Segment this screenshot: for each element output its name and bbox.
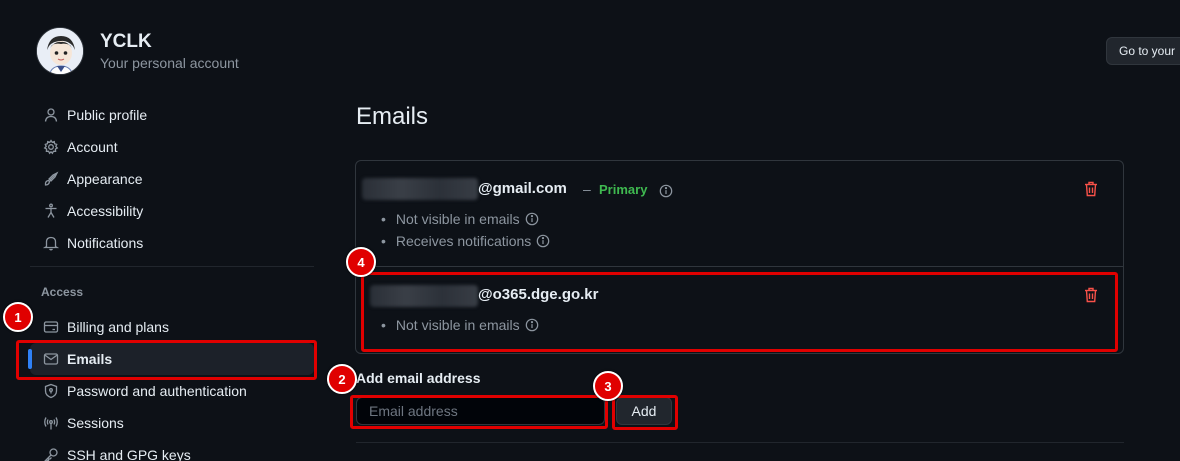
account-username: YCLK xyxy=(100,31,152,52)
credit-card-icon xyxy=(43,319,59,335)
sidebar-divider xyxy=(30,266,314,267)
email-1-notifications: Receives notifications xyxy=(381,233,550,249)
sidebar-item-notifications[interactable]: Notifications xyxy=(30,227,314,259)
sidebar-item-account[interactable]: Account xyxy=(30,131,314,163)
sidebar-item-label: Accessibility xyxy=(67,203,144,219)
sidebar-item-billing[interactable]: Billing and plans xyxy=(30,311,314,343)
section-divider xyxy=(356,442,1124,443)
annotation-highlight-email-input xyxy=(350,395,608,429)
avatar[interactable] xyxy=(36,27,84,75)
broadcast-icon xyxy=(43,415,59,431)
primary-label: Primary xyxy=(599,182,648,197)
email-list-divider xyxy=(356,266,1123,267)
info-icon[interactable] xyxy=(659,184,673,198)
email-1-visibility: Not visible in emails xyxy=(381,211,539,227)
sidebar-item-label: Notifications xyxy=(67,235,144,251)
key-icon xyxy=(43,447,59,461)
sidebar-item-label: Billing and plans xyxy=(67,319,169,335)
email-address-1: @gmail.com xyxy=(478,180,567,197)
primary-separator: – xyxy=(583,181,591,197)
annotation-badge-4: 4 xyxy=(346,247,376,277)
shield-lock-icon xyxy=(43,383,59,399)
gear-icon xyxy=(43,139,59,155)
sidebar-item-label: Appearance xyxy=(67,171,143,187)
info-icon[interactable] xyxy=(525,212,539,226)
page-title: Emails xyxy=(356,103,429,130)
annotation-highlight-emails-nav xyxy=(16,340,317,380)
paintbrush-icon xyxy=(43,171,59,187)
sidebar-item-ssh-gpg-keys[interactable]: SSH and GPG keys xyxy=(30,439,314,461)
sidebar-item-appearance[interactable]: Appearance xyxy=(30,163,314,195)
redacted-email-local-part xyxy=(362,178,478,200)
sidebar-item-label: Password and authentication xyxy=(67,383,247,399)
annotation-highlight-new-email xyxy=(361,272,1118,352)
sidebar-item-label: Public profile xyxy=(67,107,148,123)
go-to-profile-button[interactable]: Go to your xyxy=(1106,37,1180,65)
sidebar-item-accessibility[interactable]: Accessibility xyxy=(30,195,314,227)
sidebar-item-label: SSH and GPG keys xyxy=(67,447,191,461)
add-email-label: Add email address xyxy=(356,370,481,386)
annotation-badge-2: 2 xyxy=(327,364,357,394)
annotation-badge-1: 1 xyxy=(3,302,33,332)
sidebar-item-public-profile[interactable]: Public profile xyxy=(30,99,314,131)
sidebar-item-sessions[interactable]: Sessions xyxy=(30,407,314,439)
trash-icon[interactable] xyxy=(1084,181,1098,197)
sidebar-group-access: Access xyxy=(41,285,84,299)
annotation-badge-3: 3 xyxy=(593,371,623,401)
sidebar-item-label: Sessions xyxy=(67,415,124,431)
account-subtitle: Your personal account xyxy=(100,55,239,71)
accessibility-icon xyxy=(43,203,59,219)
info-icon[interactable] xyxy=(536,234,550,248)
bell-icon xyxy=(42,235,60,251)
person-icon xyxy=(43,107,59,123)
sidebar-item-label: Account xyxy=(67,139,118,155)
annotation-highlight-add-button xyxy=(612,395,678,430)
